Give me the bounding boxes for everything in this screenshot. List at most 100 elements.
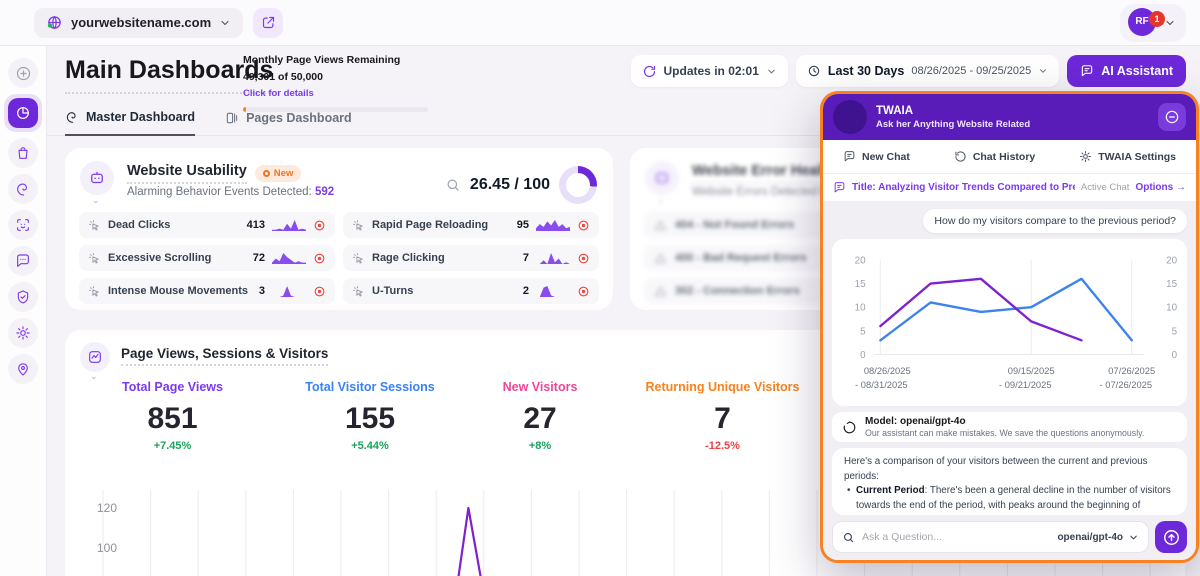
ai-assistant-button[interactable]: AI Assistant: [1067, 55, 1186, 87]
record-status-icon: [577, 219, 590, 232]
tab-twaia-settings-label: TWAIA Settings: [1098, 151, 1176, 163]
sidebar-item-security[interactable]: [8, 282, 38, 312]
sidebar-item-recordings[interactable]: [8, 210, 38, 240]
stat-label: New Visitors: [470, 380, 610, 394]
spiral-icon: [65, 110, 79, 124]
website-selector[interactable]: yourwebsitename.com: [34, 8, 243, 38]
collapse-caret-icon[interactable]: ⌄: [90, 371, 98, 382]
pie-chart-icon: [15, 105, 31, 121]
active-chat-label: Active Chat: [1081, 182, 1130, 193]
tab-pages-label: Pages Dashboard: [246, 111, 352, 125]
account-menu[interactable]: RF 1: [1120, 4, 1186, 42]
tab-chat-history[interactable]: Chat History: [954, 150, 1035, 163]
stat-value: 27: [470, 402, 610, 436]
svg-text:20: 20: [1166, 255, 1177, 266]
sidebar-item-dashboard[interactable]: [4, 94, 42, 132]
svg-text:- 08/31/2025: - 08/31/2025: [855, 380, 908, 390]
pageviews-title: Page Views, Sessions & Visitors: [121, 346, 328, 366]
twaia-avatar: [833, 100, 867, 134]
metric-row[interactable]: Intense Mouse Movements 3: [79, 278, 335, 304]
tab-new-chat[interactable]: New Chat: [843, 150, 910, 163]
stat-delta: -12.5%: [620, 440, 825, 452]
ai-assistant-label: AI Assistant: [1101, 64, 1173, 78]
updates-dropdown[interactable]: Updates in 02:01: [631, 55, 788, 87]
twaia-tagline: Ask her Anything Website Related: [876, 119, 1030, 130]
alert-triangle-icon: [654, 252, 667, 265]
stat-label: Returning Unique Visitors: [620, 380, 825, 394]
tab-master-dashboard[interactable]: Master Dashboard: [65, 110, 195, 136]
sidebar: [0, 46, 47, 576]
clock-icon: [807, 64, 821, 78]
bullet-lead: Current Period: [856, 485, 925, 496]
stat-label: Total Page Views: [100, 380, 245, 394]
chevron-down-icon: [1164, 17, 1176, 29]
metric-row[interactable]: Rage Clicking 7: [343, 245, 599, 271]
stat-delta: +8%: [470, 440, 610, 452]
chevron-down-icon: [1038, 66, 1048, 76]
chat-title: Title: Analyzing Visitor Trends Compared…: [852, 182, 1075, 193]
collapse-caret-icon[interactable]: ⌄: [92, 195, 100, 206]
magnifier-icon[interactable]: [445, 177, 461, 193]
svg-text:07/26/2025: 07/26/2025: [1108, 366, 1155, 376]
minimize-button[interactable]: [1158, 103, 1186, 131]
open-site-button[interactable]: [253, 8, 283, 38]
metric-label: Excessive Scrolling: [108, 252, 246, 264]
tab-chat-history-label: Chat History: [973, 151, 1035, 163]
metric-row[interactable]: Dead Clicks 413: [79, 212, 335, 238]
sidebar-item-chat[interactable]: [8, 246, 38, 276]
chat-dots-icon: [15, 253, 31, 269]
error-card-icon-wrap: [645, 161, 679, 195]
globe-icon: [46, 14, 63, 31]
chat-options-link[interactable]: Options →: [1135, 182, 1186, 193]
model-selector[interactable]: openai/gpt-4o: [1057, 532, 1139, 543]
metric-row[interactable]: U-Turns 2: [343, 278, 599, 304]
chat-title-icon: [833, 181, 846, 194]
metric-row[interactable]: Excessive Scrolling 72: [79, 245, 335, 271]
metric-row[interactable]: Rapid Page Reloading 95: [343, 212, 599, 238]
tab-new-chat-label: New Chat: [862, 151, 910, 163]
chat-title-row: Title: Analyzing Visitor Trends Compared…: [823, 174, 1196, 202]
cursor-click-icon: [88, 252, 101, 265]
twaia-assistant-panel: TWAIA Ask her Anything Website Related N…: [820, 91, 1199, 563]
avatar: RF 1: [1128, 8, 1158, 38]
cursor-click-icon: [88, 219, 101, 232]
svg-text:0: 0: [860, 350, 866, 361]
sparkline-chart: [536, 251, 570, 265]
date-range-picker[interactable]: Last 30 Days 08/26/2025 - 09/25/2025: [796, 55, 1059, 87]
metric-value: 3: [259, 285, 265, 297]
sidebar-item-products[interactable]: [8, 138, 38, 168]
usability-subtitle-text: Alarming Behavior Events Detected:: [127, 186, 312, 198]
cursor-click-icon: [88, 285, 101, 298]
sidebar-item-settings[interactable]: [8, 318, 38, 348]
metric-value: 72: [253, 252, 265, 264]
response-bullets: Current Period: There's been a general d…: [844, 484, 1175, 515]
tab-pages-dashboard[interactable]: Pages Dashboard: [225, 111, 352, 135]
error-row-label: 302 - Connection Errors: [675, 285, 800, 297]
new-badge-label: New: [274, 168, 294, 179]
chart-line-icon: [87, 349, 103, 365]
usability-subtitle-value: 592: [315, 186, 334, 198]
question-input-box: openai/gpt-4o: [832, 521, 1149, 553]
shield-check-icon: [15, 289, 31, 305]
collapse-caret-icon[interactable]: ⌄: [657, 195, 665, 206]
sidebar-item-add[interactable]: [8, 58, 38, 88]
question-input[interactable]: [862, 531, 1050, 543]
metric-label: Dead Clicks: [108, 219, 240, 231]
svg-text:5: 5: [860, 326, 866, 337]
chat-input-row: openai/gpt-4o: [832, 521, 1187, 553]
svg-text:- 09/21/2025: - 09/21/2025: [999, 380, 1052, 390]
send-button[interactable]: [1155, 521, 1187, 553]
bag-icon: [15, 145, 31, 161]
usability-score-donut: [559, 166, 597, 204]
usability-score-value: 26.45 / 100: [470, 176, 550, 194]
metric-value: 95: [517, 219, 529, 231]
stat-total-visitor-sessions: Total Visitor Sessions 155 +5.44%: [280, 380, 460, 452]
svg-text:10: 10: [855, 303, 866, 314]
tab-twaia-settings[interactable]: TWAIA Settings: [1079, 150, 1176, 163]
sidebar-item-location[interactable]: [8, 354, 38, 384]
stat-returning-unique-visitors: Returning Unique Visitors 7 -12.5%: [620, 380, 825, 452]
sidebar-item-sessions[interactable]: [8, 174, 38, 204]
cursor-click-icon: [352, 219, 365, 232]
app-screen: yourwebsitename.com RF 1: [0, 0, 1200, 576]
usage-details-link[interactable]: Click for details: [243, 88, 314, 99]
